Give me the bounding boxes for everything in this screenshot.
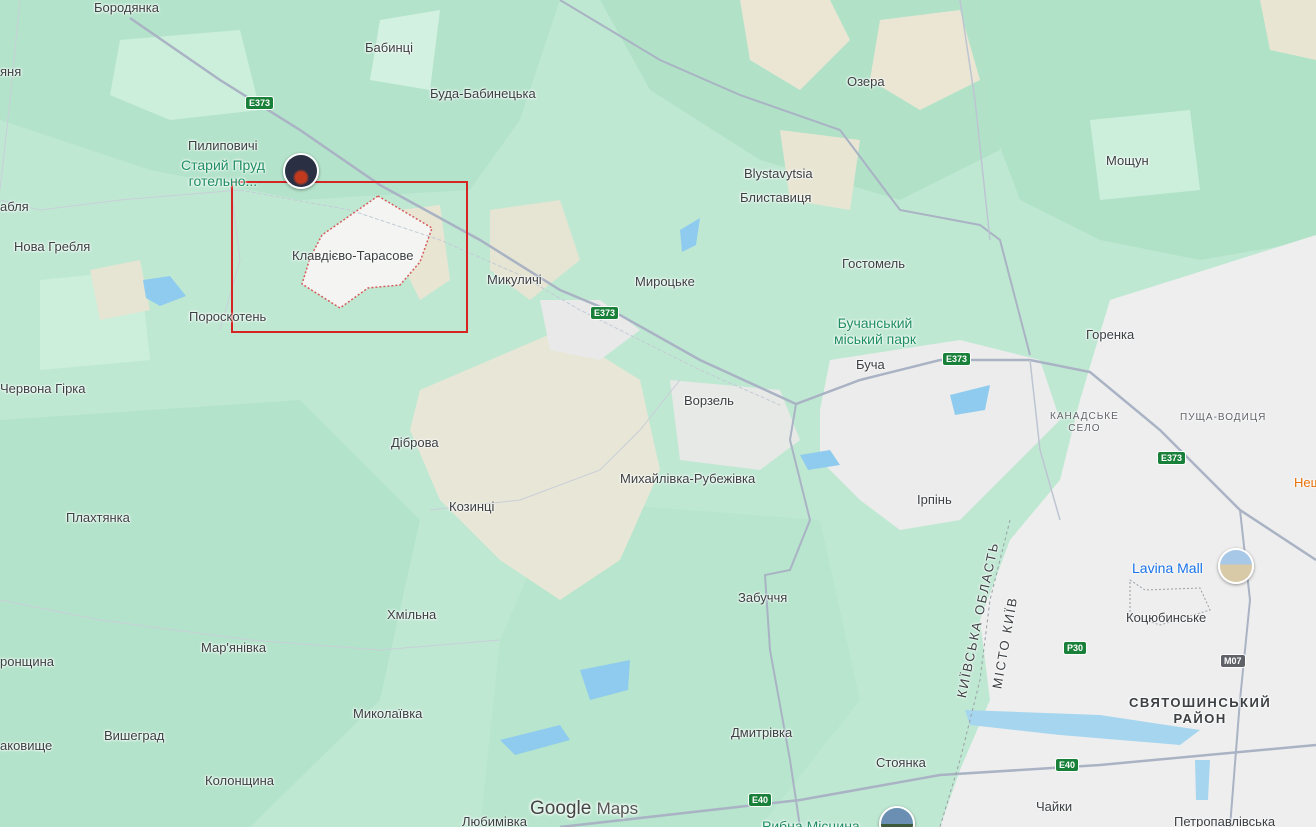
place-label[interactable]: Діброва xyxy=(391,435,439,450)
poi-label-rybna[interactable]: Рибна Місцина xyxy=(762,818,860,827)
place-label[interactable]: Петропавлівська xyxy=(1174,814,1275,827)
place-label[interactable]: Пилиповичі xyxy=(188,138,258,153)
place-label[interactable]: Червона Гірка xyxy=(0,381,86,396)
place-label[interactable]: Козинці xyxy=(449,499,494,514)
place-label[interactable]: Горенка xyxy=(1086,327,1134,342)
poi-label-lavina-mall[interactable]: Lavina Mall xyxy=(1132,561,1203,576)
place-label[interactable]: Буча xyxy=(856,357,885,372)
place-label[interactable]: ронщина xyxy=(0,654,54,669)
place-label[interactable]: абля xyxy=(0,199,29,214)
place-label[interactable]: Забуччя xyxy=(738,590,787,605)
place-label[interactable]: Любимівка xyxy=(462,814,527,827)
road-shield: E373 xyxy=(245,96,275,110)
map-canvas[interactable]: Бородянка Бабинці Озера Буда-Бабинецька … xyxy=(0,0,1316,827)
place-label[interactable]: яня xyxy=(0,64,21,79)
place-label[interactable]: Ірпінь xyxy=(917,492,952,507)
place-label[interactable]: Бабинці xyxy=(365,40,413,55)
place-label[interactable]: аковище xyxy=(0,738,52,753)
place-label[interactable]: Хмільна xyxy=(387,607,436,622)
district-label[interactable]: СВЯТОШИНСЬКИЙ РАЙОН xyxy=(1129,695,1271,727)
place-label[interactable]: Гостомель xyxy=(842,256,905,271)
poi-label-staryi-prud[interactable]: Старий Пруд готельно... xyxy=(181,157,265,189)
road-shield: P30 xyxy=(1063,641,1088,655)
place-label[interactable]: Коцюбинське xyxy=(1126,610,1206,625)
road-shield: E373 xyxy=(1157,451,1187,465)
poi-photo-pin[interactable] xyxy=(283,153,319,189)
place-label[interactable]: Блиставиця xyxy=(740,190,811,205)
road-shield: E373 xyxy=(590,306,620,320)
place-label[interactable]: Мощун xyxy=(1106,153,1149,168)
place-label[interactable]: Пороскотень xyxy=(189,309,266,324)
place-label[interactable]: Blystavytsia xyxy=(744,166,813,181)
poi-photo-pin[interactable] xyxy=(1218,548,1254,584)
place-label[interactable]: Клавдієво-Тарасове xyxy=(292,248,414,263)
place-label[interactable]: Буда-Бабинецька xyxy=(430,86,536,101)
place-label[interactable]: Ворзель xyxy=(684,393,734,408)
place-label[interactable]: Микуличі xyxy=(487,272,542,287)
place-label[interactable]: Озера xyxy=(847,74,885,89)
neighborhood-label[interactable]: ПУЩА-ВОДИЦЯ xyxy=(1180,412,1266,424)
maps-wordmark: Maps xyxy=(596,799,639,818)
neighborhood-label[interactable]: КАНАДСЬКЕ СЕЛО xyxy=(1050,411,1119,435)
place-label[interactable]: Плахтянка xyxy=(66,510,130,525)
place-label[interactable]: Вишеград xyxy=(104,728,164,743)
place-label[interactable]: Миколаївка xyxy=(353,706,422,721)
road-shield: M07 xyxy=(1220,654,1246,668)
road-shield: E40 xyxy=(1055,758,1080,772)
place-label[interactable]: Нова Гребля xyxy=(14,239,90,254)
place-label[interactable]: Чайки xyxy=(1036,799,1072,814)
place-label[interactable]: Колонщина xyxy=(205,773,274,788)
place-label[interactable]: Мар'янівка xyxy=(201,640,266,655)
poi-label-bucha-park[interactable]: Бучанський міський парк xyxy=(834,315,916,347)
google-maps-logo: Google Maps xyxy=(530,798,638,820)
place-label[interactable]: Мироцьке xyxy=(635,274,695,289)
place-label[interactable]: Михайлівка-Рубежівка xyxy=(620,471,755,486)
google-wordmark: Google xyxy=(530,798,592,819)
poi-label-nesh[interactable]: Неш xyxy=(1294,475,1316,490)
place-label[interactable]: Дмитрівка xyxy=(731,725,792,740)
place-label[interactable]: Бородянка xyxy=(94,0,159,15)
place-label[interactable]: Стоянка xyxy=(876,755,926,770)
road-shield: E40 xyxy=(748,793,773,807)
road-shield: E373 xyxy=(942,352,972,366)
